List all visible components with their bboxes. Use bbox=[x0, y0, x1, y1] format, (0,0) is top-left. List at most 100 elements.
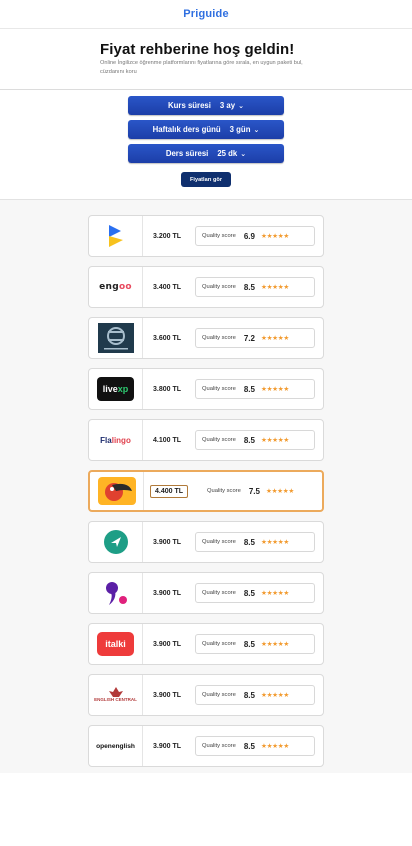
lesson-duration-select[interactable]: Ders süresi 25 dk ⌄ bbox=[128, 144, 284, 163]
quality-score: Quality score 8.5 ★★★★★ bbox=[195, 430, 315, 450]
quality-score: Quality score 6.9 ★★★★★ bbox=[195, 226, 315, 246]
platform-card[interactable]: eng oo 3.400 TL Quality score 8.5 ★★★★★ bbox=[88, 266, 324, 308]
openenglish-logo: openenglish bbox=[96, 742, 135, 750]
filter-label: Ders süresi bbox=[165, 149, 209, 158]
score-label: Quality score bbox=[202, 386, 236, 392]
star-rating: ★★★★★ bbox=[260, 692, 290, 699]
star-rating: ★★★★★ bbox=[260, 437, 290, 444]
quality-score: Quality score 8.5 ★★★★★ bbox=[195, 736, 315, 756]
star-rating: ★★★★★ bbox=[260, 386, 290, 393]
score-label: Quality score bbox=[202, 692, 236, 698]
weekly-days-select[interactable]: Haftalık ders günü 3 gün ⌄ bbox=[128, 120, 284, 139]
filter-value: 3 gün ⌄ bbox=[229, 125, 260, 134]
chevron-down-icon: ⌄ bbox=[238, 103, 244, 110]
logo-cell bbox=[89, 216, 143, 256]
filter-label: Kurs süresi bbox=[168, 101, 211, 110]
chevron-down-icon: ⌄ bbox=[253, 127, 260, 134]
preply-logo-icon bbox=[103, 530, 128, 554]
platform-card[interactable]: Fla lingo 4.100 TL Quality score 8.5 ★★★★… bbox=[88, 419, 324, 461]
score-label: Quality score bbox=[202, 437, 236, 443]
logo-cell: eng oo bbox=[89, 267, 143, 307]
price: 3.900 TL bbox=[153, 691, 182, 699]
price: 3.200 TL bbox=[153, 232, 182, 240]
logo-cell bbox=[89, 522, 143, 562]
filter-value: 3 ay ⌄ bbox=[219, 101, 244, 110]
star-rating: ★★★★★ bbox=[260, 284, 290, 291]
score-label: Quality score bbox=[202, 284, 236, 290]
price: 3.900 TL bbox=[153, 589, 182, 597]
score-value: 8.5 bbox=[243, 588, 255, 598]
quality-score: Quality score 7.2 ★★★★★ bbox=[195, 328, 315, 348]
logo-cell: Fla lingo bbox=[89, 420, 143, 460]
english-central-emblem-icon bbox=[108, 687, 123, 697]
logo-cell bbox=[90, 472, 144, 510]
star-rating: ★★★★★ bbox=[260, 335, 290, 342]
italki-logo: italki bbox=[97, 632, 134, 656]
platform-card-highlighted[interactable]: 4.400 TL Quality score 7.5 ★★★★★ bbox=[88, 470, 324, 512]
course-duration-select[interactable]: Kurs süresi 3 ay ⌄ bbox=[128, 96, 284, 115]
engoo-logo: eng oo bbox=[99, 282, 132, 292]
score-value: 6.9 bbox=[243, 231, 255, 241]
see-prices-button[interactable]: Fiyatları gör bbox=[181, 172, 231, 187]
cambly-logo bbox=[97, 323, 134, 353]
score-value: 8.5 bbox=[243, 639, 255, 649]
score-label: Quality score bbox=[202, 335, 236, 341]
logo-cell: italki bbox=[89, 624, 143, 664]
score-value: 8.5 bbox=[243, 282, 255, 292]
platform-card[interactable]: ENGLISH CENTRAL 3.900 TL Quality score 8… bbox=[88, 674, 324, 716]
price: 3.900 TL bbox=[153, 742, 182, 750]
logo-cell: ENGLISH CENTRAL bbox=[89, 675, 143, 715]
score-label: Quality score bbox=[202, 590, 236, 596]
quality-score: Quality score 8.5 ★★★★★ bbox=[195, 532, 315, 552]
logo-cell bbox=[89, 573, 143, 613]
filter-label: Haftalık ders günü bbox=[152, 125, 221, 134]
score-value: 7.5 bbox=[248, 486, 260, 496]
platform-card[interactable]: 3.900 TL Quality score 8.5 ★★★★★ bbox=[88, 521, 324, 563]
star-rating: ★★★★★ bbox=[260, 233, 290, 240]
app-header: Priguide bbox=[0, 0, 412, 29]
platform-card[interactable]: 3.600 TL Quality score 7.2 ★★★★★ bbox=[88, 317, 324, 359]
platform-card[interactable]: 3.900 TL Quality score 8.5 ★★★★★ bbox=[88, 572, 324, 614]
english-central-logo: ENGLISH CENTRAL bbox=[94, 687, 137, 703]
chevron-down-icon: ⌄ bbox=[240, 151, 247, 158]
platform-card[interactable]: 3.200 TL Quality score 6.9 ★★★★★ bbox=[88, 215, 324, 257]
platform-card[interactable]: live xp 3.800 TL Quality score 8.5 ★★★★★ bbox=[88, 368, 324, 410]
logo-cell bbox=[89, 318, 143, 358]
score-label: Quality score bbox=[202, 743, 236, 749]
toucan-logo-icon bbox=[97, 477, 136, 505]
quality-score: Quality score 8.5 ★★★★★ bbox=[195, 583, 315, 603]
price: 3.400 TL bbox=[153, 283, 182, 291]
score-label: Quality score bbox=[207, 488, 241, 494]
star-rating: ★★★★★ bbox=[265, 488, 295, 495]
star-rating: ★★★★★ bbox=[260, 590, 290, 597]
score-label: Quality score bbox=[202, 539, 236, 545]
filter-value: 25 dk ⌄ bbox=[217, 149, 247, 158]
score-value: 8.5 bbox=[243, 435, 255, 445]
brand-logo[interactable]: Priguide bbox=[183, 8, 229, 20]
filter-panel: Kurs süresi 3 ay ⌄ Haftalık ders günü 3 g… bbox=[0, 90, 412, 200]
score-value: 8.5 bbox=[243, 741, 255, 751]
bird-logo-icon bbox=[108, 225, 123, 247]
flalingo-logo: Fla lingo bbox=[100, 435, 131, 445]
price: 3.800 TL bbox=[153, 385, 182, 393]
quality-score: Quality score 8.5 ★★★★★ bbox=[195, 634, 315, 654]
score-value: 7.2 bbox=[243, 333, 255, 343]
star-rating: ★★★★★ bbox=[260, 641, 290, 648]
score-value: 8.5 bbox=[243, 690, 255, 700]
quality-score: Quality score 8.5 ★★★★★ bbox=[195, 685, 315, 705]
price: 3.900 TL bbox=[153, 538, 182, 546]
score-value: 8.5 bbox=[243, 384, 255, 394]
platform-card[interactable]: italki 3.900 TL Quality score 8.5 ★★★★★ bbox=[88, 623, 324, 665]
page-title: Fiyat rehberine hoş geldin! bbox=[100, 41, 295, 58]
quality-score: Quality score 7.5 ★★★★★ bbox=[201, 481, 321, 501]
quality-score: Quality score 8.5 ★★★★★ bbox=[195, 277, 315, 297]
score-value: 8.5 bbox=[243, 537, 255, 547]
price: 3.600 TL bbox=[153, 334, 182, 342]
intro-section: Fiyat rehberine hoş geldin! Online İngil… bbox=[0, 29, 412, 90]
platform-card[interactable]: openenglish 3.900 TL Quality score 8.5 ★… bbox=[88, 725, 324, 767]
page-subtitle: Online İngilizce öğrenme platformlarını … bbox=[100, 60, 303, 75]
star-rating: ★★★★★ bbox=[260, 539, 290, 546]
platform-list: 3.200 TL Quality score 6.9 ★★★★★ eng oo 3… bbox=[0, 200, 412, 773]
star-rating: ★★★★★ bbox=[260, 743, 290, 750]
score-label: Quality score bbox=[202, 233, 236, 239]
